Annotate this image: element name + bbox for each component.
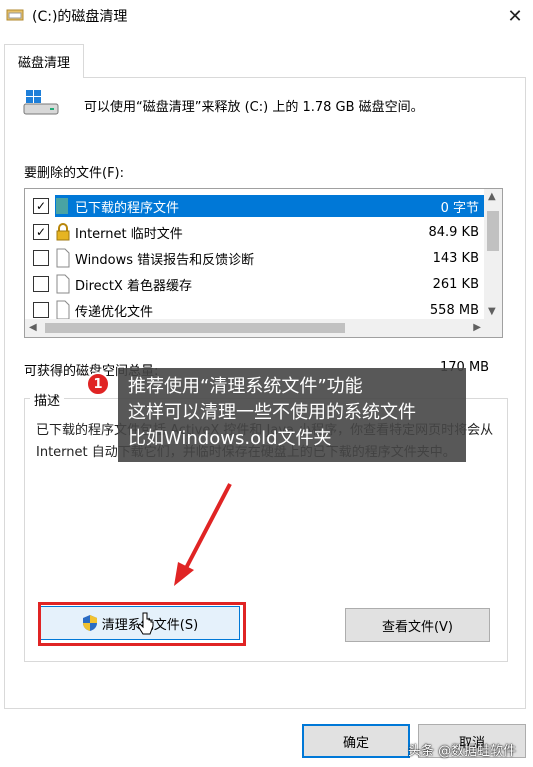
tab-label: 磁盘清理: [17, 56, 70, 71]
annotation-arrow-icon: [174, 483, 232, 586]
list-item[interactable]: ✓ 已下载的程序文件 0 字节: [25, 193, 485, 219]
uac-shield-icon: [82, 615, 97, 631]
list-item[interactable]: DirectX 着色器缓存 261 KB: [25, 271, 485, 297]
watermark: 头条 @数据蛙软件: [408, 744, 517, 759]
document-icon: [56, 300, 70, 319]
checkbox[interactable]: ✓: [33, 224, 49, 240]
document-icon: [56, 274, 70, 294]
scroll-thumb[interactable]: [487, 211, 499, 251]
file-size: 143 KB: [432, 250, 479, 266]
document-icon: [56, 248, 70, 268]
checkbox[interactable]: ✓: [33, 198, 49, 214]
scroll-thumb[interactable]: [45, 323, 345, 333]
scroll-left-icon[interactable]: ◀: [29, 322, 37, 333]
list-item[interactable]: ✓ Internet 临时文件 84.9 KB: [25, 219, 485, 245]
list-item[interactable]: 传递优化文件 558 MB: [25, 297, 485, 319]
scroll-down-icon[interactable]: ▼: [488, 306, 496, 317]
window-title: (C:)的磁盘清理: [32, 9, 128, 25]
disk-cleanup-icon: [6, 9, 24, 21]
hard-drive-icon: [23, 90, 59, 115]
folder-icon: [56, 198, 68, 214]
checkbox[interactable]: [33, 276, 49, 292]
annotation-line: 推荐使用“清理系统文件”功能: [128, 376, 363, 397]
file-name: 已下载的程序文件: [75, 200, 180, 216]
file-size: 0 字节: [440, 200, 479, 216]
scroll-up-icon[interactable]: ▲: [488, 191, 496, 202]
close-icon: ✕: [507, 5, 523, 27]
file-name: DirectX 着色器缓存: [75, 278, 192, 294]
annotation-tooltip: 推荐使用“清理系统文件”功能 这样可以清理一些不使用的系统文件 比如Window…: [118, 368, 466, 462]
lock-icon: [56, 223, 70, 241]
summary-text: 可以使用“磁盘清理”来释放 (C:) 上的 1.78 GB 磁盘空间。: [84, 100, 424, 115]
scroll-right-icon[interactable]: ▶: [473, 322, 481, 333]
list-item[interactable]: Windows 错误报告和反馈诊断 143 KB: [25, 245, 485, 271]
close-button[interactable]: ✕: [497, 0, 533, 32]
annotation-line: 比如Windows.old文件夹: [128, 428, 332, 449]
file-name: Windows 错误报告和反馈诊断: [75, 252, 255, 268]
view-files-label: 查看文件(V): [381, 619, 454, 635]
ok-button[interactable]: 确定: [302, 724, 410, 758]
mouse-cursor-icon: [138, 612, 154, 635]
file-size: 84.9 KB: [428, 224, 479, 240]
checkbox[interactable]: [33, 250, 49, 266]
files-list[interactable]: ✓ 已下载的程序文件 0 字节 ✓ Internet 临时文件 84.9 KB …: [24, 188, 503, 338]
file-size: 558 MB: [429, 302, 479, 318]
scroll-corner: [484, 319, 502, 337]
step-badge: 1: [86, 372, 110, 396]
tab-disk-cleanup[interactable]: 磁盘清理: [4, 44, 84, 78]
annotation-line: 这样可以清理一些不使用的系统文件: [128, 402, 416, 423]
view-files-button[interactable]: 查看文件(V): [345, 608, 490, 642]
title-bar: (C:)的磁盘清理 ✕: [0, 0, 533, 32]
description-title: 描述: [30, 390, 65, 409]
horizontal-scrollbar[interactable]: ◀ ▶: [25, 319, 485, 337]
ok-label: 确定: [342, 735, 369, 751]
checkbox[interactable]: [33, 302, 49, 318]
file-name: 传递优化文件: [75, 304, 154, 320]
files-label: 要删除的文件(F):: [24, 166, 125, 181]
file-size: 261 KB: [432, 276, 479, 292]
vertical-scrollbar[interactable]: ▲ ▼: [484, 189, 502, 319]
file-name: Internet 临时文件: [75, 226, 183, 242]
